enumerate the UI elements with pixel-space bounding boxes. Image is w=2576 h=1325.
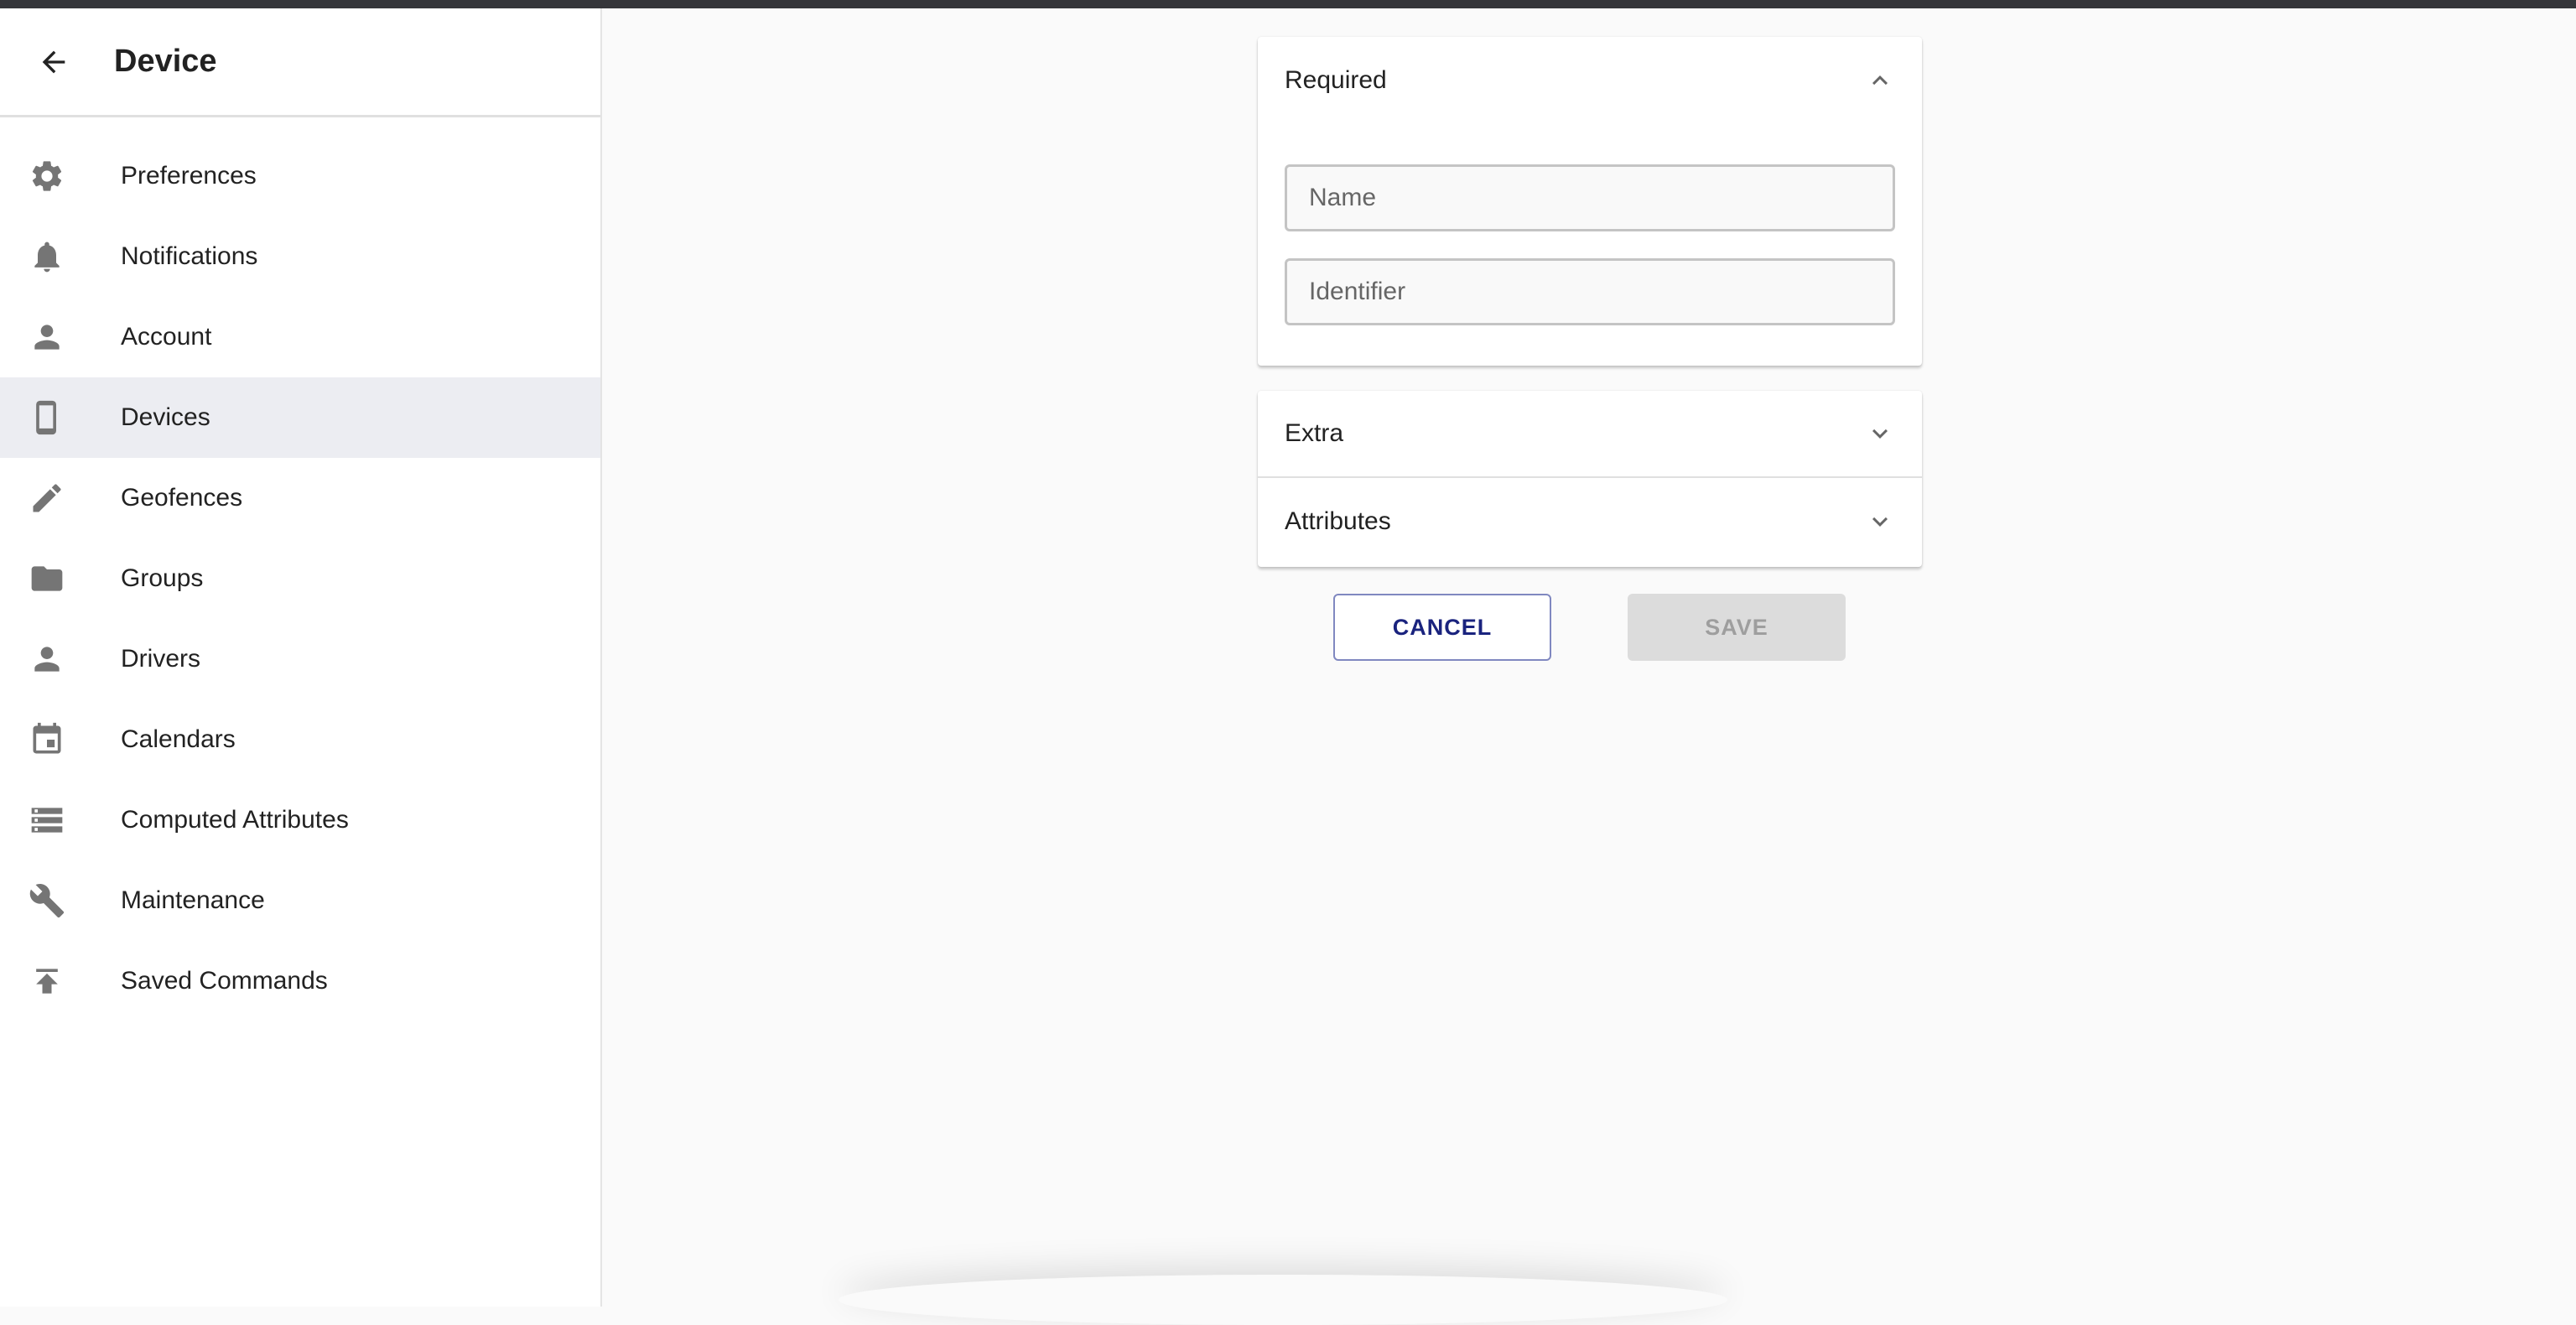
accordion-title: Extra (1285, 419, 1344, 447)
back-button[interactable] (27, 35, 80, 89)
sidebar-item-label: Account (121, 323, 212, 351)
sidebar-item-label: Maintenance (121, 886, 265, 914)
sidebar-item-saved-commands[interactable]: Saved Commands (0, 941, 600, 1021)
cancel-button[interactable]: CANCEL (1333, 594, 1551, 661)
accordion-group: Extra Attributes (1258, 391, 1922, 567)
sidebar-item-label: Preferences (121, 162, 257, 190)
bottom-shadow (839, 1275, 1727, 1325)
sidebar-item-label: Geofences (121, 484, 243, 512)
pencil-icon (23, 475, 70, 522)
accordion-title: Required (1285, 66, 1387, 94)
person-icon (23, 636, 70, 683)
sidebar-item-label: Computed Attributes (121, 806, 349, 834)
sidebar-item-label: Saved Commands (121, 967, 328, 995)
chevron-down-icon (1872, 517, 1888, 527)
sidebar-item-label: Drivers (121, 645, 200, 673)
save-button[interactable]: SAVE (1628, 594, 1846, 661)
calendar-icon (23, 716, 70, 763)
wrench-icon (23, 877, 70, 924)
sidebar-item-label: Groups (121, 564, 204, 592)
sidebar-item-label: Notifications (121, 242, 258, 270)
identifier-input[interactable] (1285, 258, 1895, 325)
folder-icon (23, 555, 70, 602)
gear-icon (23, 153, 70, 200)
sidebar-item-label: Calendars (121, 725, 236, 753)
sidebar-item-geofences[interactable]: Geofences (0, 458, 600, 538)
sidebar-item-maintenance[interactable]: Maintenance (0, 860, 600, 941)
sidebar-item-drivers[interactable]: Drivers (0, 619, 600, 699)
sidebar-item-calendars[interactable]: Calendars (0, 699, 600, 780)
page-title: Device (114, 44, 217, 79)
sidebar-item-account[interactable]: Account (0, 297, 600, 377)
sidebar-item-groups[interactable]: Groups (0, 538, 600, 619)
accordion-extra-header[interactable]: Extra (1258, 391, 1922, 478)
sidebar-item-computed-attributes[interactable]: Computed Attributes (0, 780, 600, 860)
name-input[interactable] (1285, 164, 1895, 231)
storage-icon (23, 797, 70, 844)
sidebar-item-notifications[interactable]: Notifications (0, 216, 600, 297)
accordion-title: Attributes (1285, 507, 1391, 535)
arrow-back-icon (42, 50, 65, 73)
phone-icon (23, 394, 70, 441)
person-icon (23, 314, 70, 361)
accordion-required: Required (1258, 37, 1922, 366)
accordion-required-header[interactable]: Required (1258, 37, 1922, 124)
sidebar-item-devices[interactable]: Devices (0, 377, 600, 458)
sidebar: Device Preferences Notifications Account… (0, 8, 602, 1307)
publish-icon (23, 958, 70, 1005)
chevron-down-icon (1872, 429, 1888, 439)
sidebar-item-preferences[interactable]: Preferences (0, 136, 600, 216)
bell-icon (23, 233, 70, 280)
accordion-attributes-header[interactable]: Attributes (1258, 478, 1922, 565)
chevron-up-icon (1872, 75, 1888, 86)
sidebar-item-label: Devices (121, 403, 210, 431)
browser-top-bar (0, 0, 2576, 8)
sidebar-header: Device (0, 8, 600, 117)
